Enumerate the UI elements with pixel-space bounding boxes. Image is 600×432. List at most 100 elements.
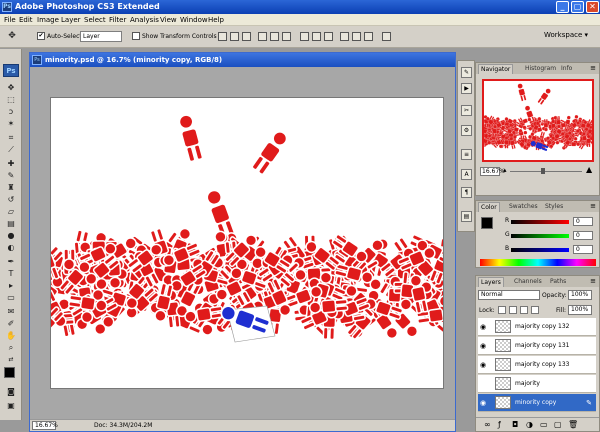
maximize-button[interactable]: ▢ [571,1,584,13]
gradient-tool-icon[interactable]: ▤ [5,219,17,228]
navigator-thumbnail[interactable] [482,79,594,162]
new-group-icon[interactable]: ▭ [540,420,548,429]
shape-tool-icon[interactable]: ▭ [5,293,17,302]
tab-color[interactable]: Color [478,202,500,212]
distribute-hcenter-icon[interactable] [352,32,361,41]
menu-help[interactable]: Help [208,16,224,24]
menu-edit[interactable]: Edit [19,16,33,24]
tab-layers[interactable]: Layers [478,277,504,287]
navigator-zoom-slider-thumb[interactable] [541,168,545,174]
align-vcenter-icon[interactable] [230,32,239,41]
zoom-in-icon[interactable]: ▲ [586,165,592,174]
menu-select[interactable]: Select [84,16,106,24]
distribute-top-icon[interactable] [300,32,309,41]
notes-tool-icon[interactable]: ✉ [5,307,17,316]
lock-transparency-icon[interactable] [498,306,506,314]
dodge-tool-icon[interactable]: ◐ [5,243,17,252]
align-left-icon[interactable] [258,32,267,41]
visibility-eye-icon[interactable]: ◉ [480,323,488,331]
visibility-eye-icon[interactable] [480,380,488,388]
channel-slider-r[interactable] [511,220,569,224]
layer-edit-icon[interactable]: ✎ [586,399,592,407]
close-button[interactable]: ✕ [586,1,599,13]
slice-tool-icon[interactable]: ⟋ [5,145,17,154]
delete-layer-icon[interactable]: 🗑 [568,420,578,429]
distribute-right-icon[interactable] [364,32,373,41]
channel-slider-g[interactable] [511,234,569,238]
distribute-bottom-icon[interactable] [324,32,333,41]
navigator-zoom-field[interactable]: 16.67% [480,167,505,176]
navigator-zoom-slider[interactable] [510,171,582,172]
menu-window[interactable]: Window [180,16,208,24]
opacity-field[interactable]: 100% [568,290,592,300]
paragraph-panel-icon[interactable]: ¶ [461,187,472,198]
layer-row[interactable]: ◉ majority copy 133 [478,356,596,374]
color-spectrum-bar[interactable] [480,259,596,266]
healing-brush-icon[interactable]: ✚ [5,159,17,168]
align-top-icon[interactable] [218,32,227,41]
minimize-button[interactable]: _ [556,1,569,13]
align-bottom-icon[interactable] [242,32,251,41]
workspace-menu[interactable]: Workspace ▾ [544,31,588,39]
color-panel-menu-icon[interactable]: ≡ [590,202,596,210]
visibility-eye-icon[interactable]: ◉ [480,342,488,350]
tab-swatches[interactable]: Swatches [507,202,540,212]
distribute-vcenter-icon[interactable] [312,32,321,41]
visibility-eye-icon[interactable]: ◉ [480,399,488,407]
history-panel-icon[interactable]: ≡ [461,149,472,160]
show-transform-checkbox[interactable] [132,32,140,40]
tab-styles[interactable]: Styles [543,202,565,212]
blur-tool-icon[interactable]: ● [5,231,17,240]
move-tool-preset-icon[interactable]: ✥ [6,32,18,41]
tool-presets-icon[interactable]: ▶ [461,83,472,94]
menu-image[interactable]: Image [37,16,59,24]
color-foreground-swatch[interactable] [481,217,493,229]
layer-row[interactable]: majority [478,375,596,393]
zoom-tool-icon[interactable]: ⌕ [5,343,17,352]
new-layer-icon[interactable]: ▢ [554,420,562,429]
layer-row[interactable]: ◉ majority copy 131 [478,337,596,355]
menu-layer[interactable]: Layer [61,16,81,24]
zoom-out-icon[interactable]: ▴ [503,166,507,174]
tab-histogram[interactable]: Histogram [523,64,558,74]
quick-mask-icon[interactable]: ◙ [5,387,17,396]
menu-filter[interactable]: Filter [109,16,126,24]
auto-align-icon[interactable] [382,32,391,41]
eraser-tool-icon[interactable]: ▱ [5,207,17,216]
brush-tool-icon[interactable]: ✎ [5,171,17,180]
auto-select-dropdown[interactable]: Layer [80,31,122,42]
tab-info[interactable]: Info [559,64,574,74]
eyedropper-tool-icon[interactable]: ✐ [5,319,17,328]
tab-paths[interactable]: Paths [548,277,568,287]
channel-slider-b[interactable] [511,248,569,252]
visibility-eye-icon[interactable]: ◉ [480,361,488,369]
layer-mask-icon[interactable]: ◘ [512,420,518,429]
layer-style-icon[interactable]: ƒ [498,420,501,429]
brushes-panel-icon[interactable]: ✎ [461,67,472,78]
menu-view[interactable]: View [160,16,177,24]
hand-tool-icon[interactable]: ✋ [5,331,17,340]
auto-select-checkbox[interactable]: ✔ [37,32,45,40]
fill-field[interactable]: 100% [568,305,592,315]
layer-row[interactable]: ◉ majority copy 132 [478,318,596,336]
align-hcenter-icon[interactable] [270,32,279,41]
channel-value-r[interactable]: 0 [573,217,593,226]
history-brush-icon[interactable]: ↺ [5,195,17,204]
document-size-info[interactable]: Doc: 34.3M/204.2M [94,422,152,429]
canvas[interactable] [50,97,444,389]
foreground-color-swatch[interactable] [4,367,15,378]
character-panel-icon[interactable]: A [461,169,472,180]
link-layers-icon[interactable]: ∞ [484,420,491,429]
document-zoom-field[interactable]: 16.67% [32,421,58,430]
clone-stamp-icon[interactable]: ♜ [5,183,17,192]
menu-file[interactable]: File [4,16,16,24]
pen-tool-icon[interactable]: ✒ [5,257,17,266]
layer-comps-icon[interactable]: ▤ [461,211,472,222]
distribute-left-icon[interactable] [340,32,349,41]
lock-all-icon[interactable] [531,306,539,314]
adjustment-layer-icon[interactable]: ◑ [526,420,533,429]
swap-colors-icon[interactable]: ⇄ [5,355,17,364]
menu-analysis[interactable]: Analysis [130,16,159,24]
crop-tool-icon[interactable]: ⌗ [5,133,17,142]
type-tool-icon[interactable]: T [5,269,17,278]
